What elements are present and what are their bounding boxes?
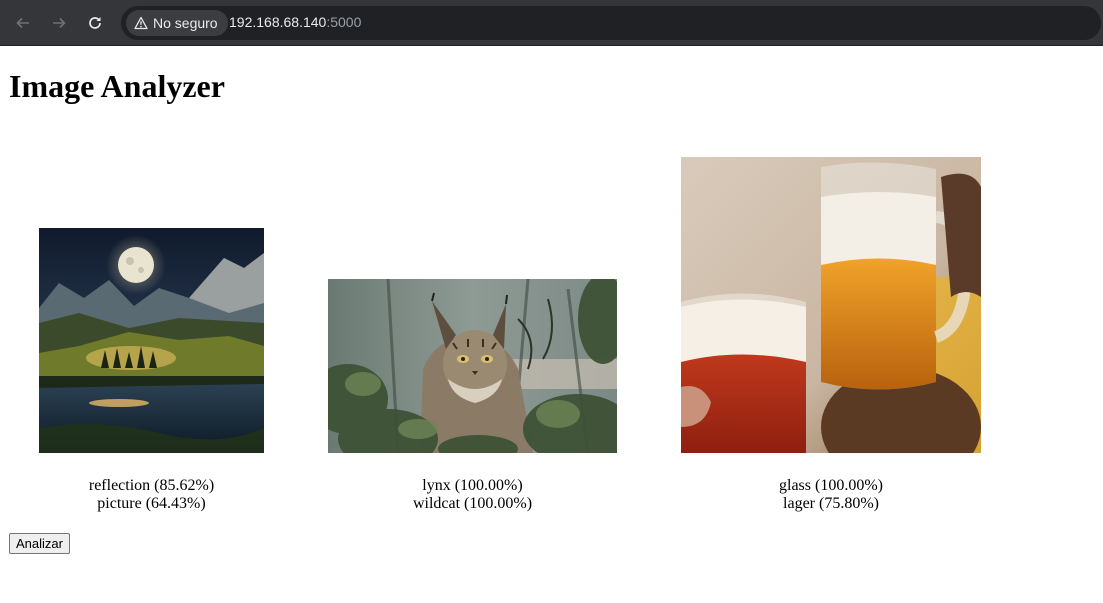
browser-toolbar: No seguro 192.168.68.140:5000 xyxy=(0,0,1103,46)
prediction-label: lynx (100.00%) xyxy=(422,477,523,494)
moonlit-mountain-lake-picture xyxy=(39,228,264,453)
analyzed-image xyxy=(681,157,981,453)
url-host: 192.168.68.140 xyxy=(229,14,327,30)
reload-button[interactable] xyxy=(82,10,108,36)
warning-icon xyxy=(134,16,148,30)
analyzed-image xyxy=(328,279,617,453)
url-text[interactable]: 192.168.68.140:5000 xyxy=(229,14,361,30)
lynx-in-foliage-picture xyxy=(328,279,617,453)
arrow-right-icon xyxy=(53,17,66,29)
prediction-label: wildcat (100.00%) xyxy=(412,495,533,512)
back-button[interactable] xyxy=(10,10,36,36)
beer-mugs-toast-picture xyxy=(681,157,981,453)
prediction-label: picture (64.43%) xyxy=(97,495,206,512)
prediction-label: glass (100.00%) xyxy=(779,477,883,494)
security-label: No seguro xyxy=(153,15,218,31)
analyze-button[interactable]: Analizar xyxy=(9,533,70,554)
prediction-label: reflection (85.62%) xyxy=(88,477,215,494)
prediction-list: lynx (100.00%) wildcat (100.00%) xyxy=(328,477,617,513)
arrow-left-icon xyxy=(16,17,29,29)
analyzed-image xyxy=(39,228,264,453)
address-bar[interactable]: No seguro 192.168.68.140:5000 xyxy=(121,6,1101,40)
url-port: :5000 xyxy=(326,14,362,30)
prediction-list: reflection (85.62%) picture (64.43%) xyxy=(39,477,264,513)
reload-icon xyxy=(89,17,101,29)
page-title: Image Analyzer xyxy=(9,68,225,104)
security-indicator[interactable]: No seguro xyxy=(126,10,228,36)
prediction-label: lager (75.80%) xyxy=(783,495,879,512)
prediction-list: glass (100.00%) lager (75.80%) xyxy=(681,477,981,513)
forward-button[interactable] xyxy=(46,10,72,36)
